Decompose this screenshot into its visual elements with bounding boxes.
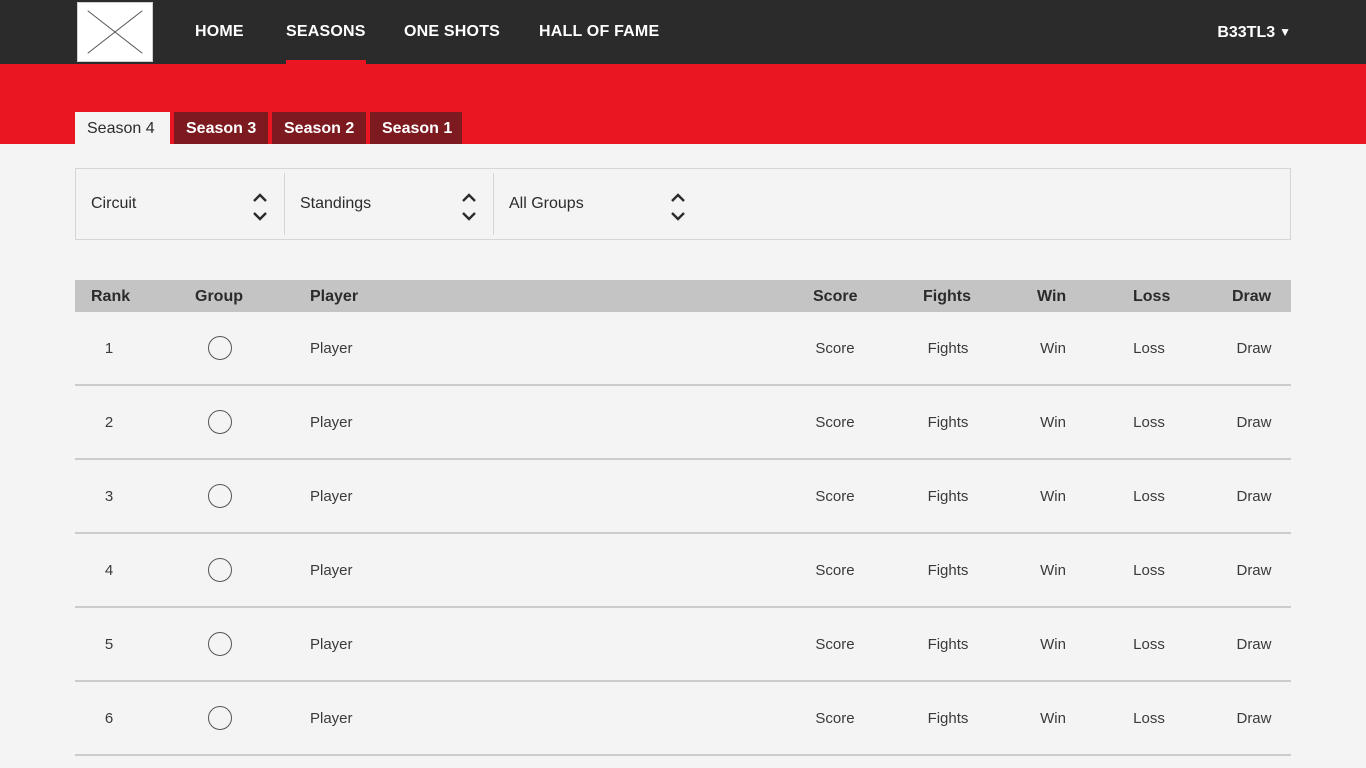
rank-cell: 2 (104, 414, 114, 431)
player-cell[interactable]: Player (310, 386, 353, 460)
fights-cell: Fights (927, 636, 969, 653)
win-cell: Win (1040, 414, 1066, 431)
player-cell[interactable]: Player (310, 682, 353, 756)
caret-down-icon: ▼ (1279, 25, 1291, 39)
table-row[interactable]: 1 Player Score Fights Win Loss Draw (75, 312, 1291, 386)
loss-cell: Loss (1133, 636, 1165, 653)
rank-cell: 4 (104, 562, 114, 579)
logo-placeholder-icon[interactable] (77, 2, 153, 62)
win-cell: Win (1040, 488, 1066, 505)
fights-cell: Fights (927, 488, 969, 505)
nav-seasons[interactable]: SEASONS (286, 0, 366, 64)
group-circle-icon (208, 558, 232, 582)
score-cell: Score (815, 710, 855, 727)
group-select[interactable]: All Groups (494, 173, 703, 235)
top-navigation-bar: HOME SEASONS ONE SHOTS HALL OF FAME B33T… (0, 0, 1366, 64)
standings-table: Rank Group Player Score Fights Win Loss … (75, 280, 1291, 756)
table-row[interactable]: 5 Player Score Fights Win Loss Draw (75, 608, 1291, 682)
tab-season-2[interactable]: Season 2 (272, 112, 366, 144)
win-cell: Win (1040, 562, 1066, 579)
season-banner: Season 4 Season 3 Season 2 Season 1 (0, 64, 1366, 144)
score-cell: Score (815, 340, 855, 357)
column-header-loss[interactable]: Loss (1133, 280, 1170, 313)
column-header-rank[interactable]: Rank (91, 280, 130, 313)
draw-cell: Draw (1236, 414, 1272, 431)
table-row[interactable]: 3 Player Score Fights Win Loss Draw (75, 460, 1291, 534)
circuit-select[interactable]: Circuit (76, 173, 285, 235)
draw-cell: Draw (1236, 710, 1272, 727)
nav-home[interactable]: HOME (195, 0, 244, 64)
rank-cell: 6 (104, 710, 114, 727)
nav-one-shots[interactable]: ONE SHOTS (404, 0, 500, 64)
filter-bar: Circuit Standings All Groups (75, 168, 1291, 240)
circuit-select-value: Circuit (91, 195, 137, 212)
loss-cell: Loss (1133, 562, 1165, 579)
player-cell[interactable]: Player (310, 460, 353, 534)
draw-cell: Draw (1236, 488, 1272, 505)
score-cell: Score (815, 414, 855, 431)
group-select-value: All Groups (509, 195, 584, 212)
loss-cell: Loss (1133, 488, 1165, 505)
group-circle-icon (208, 484, 232, 508)
fights-cell: Fights (927, 414, 969, 431)
column-header-group[interactable]: Group (195, 280, 243, 313)
fights-cell: Fights (927, 710, 969, 727)
draw-cell: Draw (1236, 636, 1272, 653)
score-cell: Score (815, 562, 855, 579)
tab-season-3[interactable]: Season 3 (174, 112, 268, 144)
score-cell: Score (815, 636, 855, 653)
group-circle-icon (208, 336, 232, 360)
group-circle-icon (208, 706, 232, 730)
rank-cell: 3 (104, 488, 114, 505)
rank-cell: 1 (104, 340, 114, 357)
loss-cell: Loss (1133, 340, 1165, 357)
tab-season-1[interactable]: Season 1 (370, 112, 462, 144)
column-header-player[interactable]: Player (310, 280, 358, 313)
group-circle-icon (208, 632, 232, 656)
table-row[interactable]: 4 Player Score Fights Win Loss Draw (75, 534, 1291, 608)
sort-arrows-icon (670, 193, 686, 221)
rank-cell: 5 (104, 636, 114, 653)
player-cell[interactable]: Player (310, 608, 353, 682)
score-cell: Score (815, 488, 855, 505)
sort-arrows-icon (252, 193, 268, 221)
player-cell[interactable]: Player (310, 312, 353, 386)
fights-cell: Fights (927, 340, 969, 357)
view-select-value: Standings (300, 195, 372, 212)
column-header-draw[interactable]: Draw (1232, 280, 1271, 313)
loss-cell: Loss (1133, 710, 1165, 727)
sort-arrows-icon (461, 193, 477, 221)
table-row[interactable]: 2 Player Score Fights Win Loss Draw (75, 386, 1291, 460)
nav-hall-of-fame[interactable]: HALL OF FAME (539, 0, 659, 64)
tab-season-4[interactable]: Season 4 (75, 112, 170, 144)
user-menu[interactable]: B33TL3 ▼ (1217, 0, 1291, 64)
loss-cell: Loss (1133, 414, 1165, 431)
group-circle-icon (208, 410, 232, 434)
column-header-fights[interactable]: Fights (923, 280, 971, 313)
win-cell: Win (1040, 710, 1066, 727)
win-cell: Win (1040, 340, 1066, 357)
table-header: Rank Group Player Score Fights Win Loss … (75, 280, 1291, 312)
column-header-score[interactable]: Score (813, 280, 857, 313)
username-label: B33TL3 (1217, 24, 1276, 41)
win-cell: Win (1040, 636, 1066, 653)
view-select[interactable]: Standings (285, 173, 494, 235)
draw-cell: Draw (1236, 562, 1272, 579)
table-row[interactable]: 6 Player Score Fights Win Loss Draw (75, 682, 1291, 756)
player-cell[interactable]: Player (310, 534, 353, 608)
column-header-win[interactable]: Win (1037, 280, 1066, 313)
fights-cell: Fights (927, 562, 969, 579)
draw-cell: Draw (1236, 340, 1272, 357)
